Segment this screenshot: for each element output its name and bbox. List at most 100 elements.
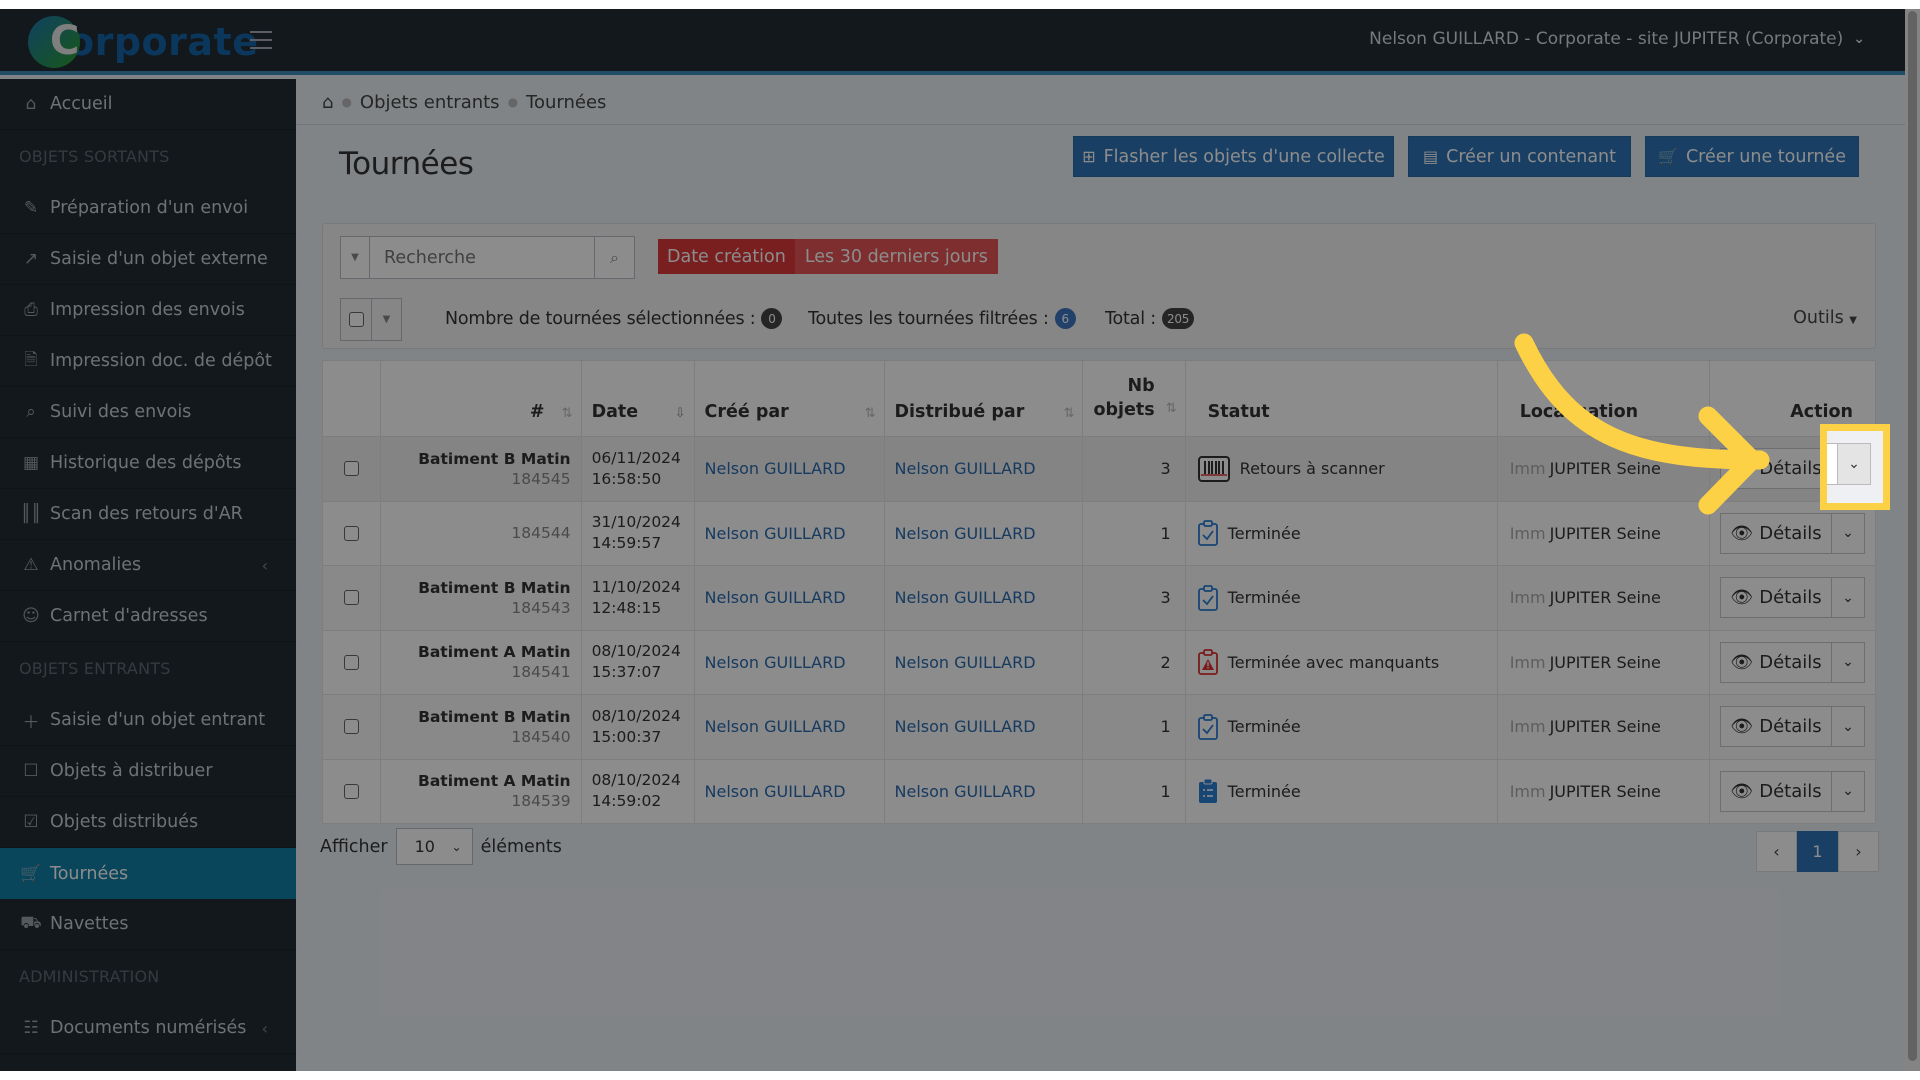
select-all-checkbox[interactable] <box>340 298 372 341</box>
search-options-dropdown[interactable]: ▼ <box>340 236 370 279</box>
row-checkbox[interactable] <box>343 719 359 735</box>
tour-id: 184540 <box>511 727 571 746</box>
next-page-button[interactable]: › <box>1838 831 1879 872</box>
created-by-link[interactable]: Nelson GUILLARD <box>705 717 846 736</box>
filtered-count-badge[interactable]: 6 <box>1054 308 1076 329</box>
sidebar-item-saisie-objet-entrant[interactable]: ＋ Saisie d'un objet entrant <box>0 695 296 746</box>
location-name: JUPITER Seine <box>1549 459 1661 479</box>
distributed-by-link[interactable]: Nelson GUILLARD <box>895 524 1036 543</box>
sidebar-item-historique-depots[interactable]: ▦ Historique des dépôts <box>0 438 296 489</box>
sidebar-item-saisie-objet-externe[interactable]: ↗ Saisie d'un objet externe <box>0 234 296 285</box>
printer-icon: ⎙ <box>24 300 38 320</box>
search-input[interactable] <box>370 236 595 279</box>
col-created-by[interactable]: Créé par ⇅ <box>693 360 885 437</box>
sidebar-item-suivi-envois[interactable]: ⌕ Suivi des envois <box>0 387 296 438</box>
breadcrumb-item-objets-entrants[interactable]: Objets entrants <box>360 92 500 113</box>
row-nb-objects: 2 <box>1082 629 1186 695</box>
table-row[interactable]: Batiment A Matin 184541 08/10/2024 15:37:07… <box>322 629 1876 695</box>
sidebar-item-label: Suivi des envois <box>50 402 192 422</box>
create-tour-button[interactable]: 🛒 Créer une tournée <box>1645 136 1859 177</box>
details-dropdown-toggle[interactable]: ⌄ <box>1832 512 1865 554</box>
created-by-link[interactable]: Nelson GUILLARD <box>705 459 846 478</box>
details-button[interactable]: 👁 Détails <box>1720 641 1832 683</box>
col-id[interactable]: # ⇅ <box>379 360 582 437</box>
row-checkbox[interactable] <box>343 525 359 541</box>
created-by-link[interactable]: Nelson GUILLARD <box>705 524 846 543</box>
distributed-by-link[interactable]: Nelson GUILLARD <box>895 717 1036 736</box>
table-row[interactable]: Batiment B Matin 184545 06/11/2024 16:58:50… <box>322 436 1876 502</box>
total-count-stat: Total : 205 <box>1105 308 1195 329</box>
created-by-link[interactable]: Nelson GUILLARD <box>705 588 846 607</box>
barcode-icon: ║║ <box>20 504 42 524</box>
row-nb-objects: 3 <box>1082 436 1186 502</box>
details-button[interactable]: 👁 Détails <box>1720 706 1832 748</box>
col-distributed-by[interactable]: Distribué par ⇅ <box>883 360 1084 437</box>
table-row[interactable]: Batiment B Matin 184543 11/10/2024 12:48:15… <box>322 565 1876 631</box>
sidebar-item-carnet-adresses[interactable]: ☺ Carnet d'adresses <box>0 591 296 642</box>
sidebar-item-tournees[interactable]: 🛒 Tournées <box>0 848 296 899</box>
sidebar-item-accueil[interactable]: ⌂ Accueil <box>0 79 296 130</box>
table-row[interactable]: Batiment B Matin 184540 08/10/2024 15:00:37… <box>322 694 1876 760</box>
sidebar-item-label: Carnet d'adresses <box>50 606 208 626</box>
distributed-by-link[interactable]: Nelson GUILLARD <box>895 653 1036 672</box>
chevron-down-icon[interactable]: ⌄ <box>1837 443 1871 485</box>
page-title: Tournées <box>339 146 474 182</box>
details-dropdown-toggle[interactable]: ⌄ <box>1832 706 1865 748</box>
bulk-select-dropdown[interactable]: ▼ <box>372 298 402 341</box>
sidebar-item-impression-envois[interactable]: ⎙ Impression des envois <box>0 285 296 336</box>
page-size-select[interactable]: 10 ⌄ <box>395 828 473 865</box>
user-menu[interactable]: Nelson GUILLARD - Corporate - site JUPIT… <box>1369 29 1865 49</box>
tools-dropdown[interactable]: Outils ▼ <box>1793 308 1857 328</box>
row-checkbox[interactable] <box>343 654 359 670</box>
sidebar-item-label: Saisie d'un objet entrant <box>50 710 266 730</box>
details-button[interactable]: 👁 Détails <box>1720 448 1832 490</box>
distributed-by-link[interactable]: Nelson GUILLARD <box>895 782 1036 801</box>
sidebar-item-objets-distribues[interactable]: ☑ Objets distribués <box>0 797 296 848</box>
page-button-current[interactable]: 1 <box>1797 831 1838 872</box>
status-text: Retours à scanner <box>1239 459 1385 479</box>
details-dropdown-toggle[interactable]: ⌄ <box>1832 770 1865 812</box>
table-row[interactable]: 184544 31/10/2024 14:59:57 Nelson GUILLARD N… <box>322 500 1876 566</box>
tour-time: 14:59:57 <box>591 534 662 553</box>
distributed-by-link[interactable]: Nelson GUILLARD <box>895 459 1036 478</box>
details-button[interactable]: 👁 Détails <box>1720 512 1832 554</box>
sidebar-item-preparation-envoi[interactable]: ✎ Préparation d'un envoi <box>0 183 296 234</box>
sidebar-item-impression-doc-depot[interactable]: 🗎 Impression doc. de dépôt <box>0 336 296 387</box>
sidebar-item-scan-retours-ar[interactable]: ║║ Scan des retours d'AR <box>0 489 296 540</box>
row-checkbox[interactable] <box>343 590 359 606</box>
breadcrumb-separator: ● <box>341 95 352 109</box>
details-dropdown-toggle[interactable]: ⌄ <box>1832 641 1865 683</box>
sidebar-item-objets-a-distribuer[interactable]: ☐ Objets à distribuer <box>0 746 296 797</box>
table-row[interactable]: Batiment A Matin 184539 08/10/2024 14:59:02… <box>322 758 1876 824</box>
create-container-button[interactable]: ▤ Créer un contenant <box>1408 136 1631 177</box>
sidebar-item-anomalies[interactable]: ⚠ Anomalies ‹ <box>0 540 296 591</box>
tour-date: 08/10/2024 <box>591 771 681 790</box>
highlighted-action-toggle[interactable]: ⌄ <box>1820 424 1890 510</box>
created-by-link[interactable]: Nelson GUILLARD <box>705 653 846 672</box>
row-action-cell: 👁Détails ⌄ <box>1709 694 1876 760</box>
home-icon[interactable]: ⌂ <box>322 92 333 113</box>
details-button[interactable]: 👁 Détails <box>1720 770 1832 812</box>
row-checkbox[interactable] <box>343 461 359 477</box>
flash-collect-button[interactable]: ⊞ Flasher les objets d'une collecte <box>1073 136 1394 177</box>
search-button[interactable]: ⌕ <box>595 236 635 279</box>
corporate-logo[interactable]: C orporate <box>28 15 258 69</box>
logo-letter: C <box>50 18 80 64</box>
col-date-label: Date <box>591 402 639 422</box>
hamburger-menu-icon[interactable] <box>250 31 272 49</box>
date-filter-tag[interactable]: Date création Les 30 derniers jours <box>658 239 998 274</box>
col-nb-objects[interactable]: Nb objets ⇅ <box>1082 360 1186 437</box>
distributed-by-link[interactable]: Nelson GUILLARD <box>895 588 1036 607</box>
scrollbar-thumb[interactable] <box>1908 11 1917 1061</box>
details-dropdown-toggle[interactable]: ⌄ <box>1832 577 1865 619</box>
page-scrollbar[interactable] <box>1905 9 1920 1071</box>
row-checkbox[interactable] <box>343 783 359 799</box>
tour-id: 184541 <box>511 663 571 682</box>
col-status: Statut <box>1184 360 1498 437</box>
sidebar-item-navettes[interactable]: ⛟ Navettes <box>0 899 296 950</box>
sidebar-item-documents-numerises[interactable]: ☷ Documents numérisés ‹ <box>0 1003 296 1054</box>
prev-page-button[interactable]: ‹ <box>1756 831 1797 872</box>
col-date[interactable]: Date ⇩ <box>580 360 695 437</box>
created-by-link[interactable]: Nelson GUILLARD <box>705 782 846 801</box>
details-button[interactable]: 👁 Détails <box>1720 577 1832 619</box>
